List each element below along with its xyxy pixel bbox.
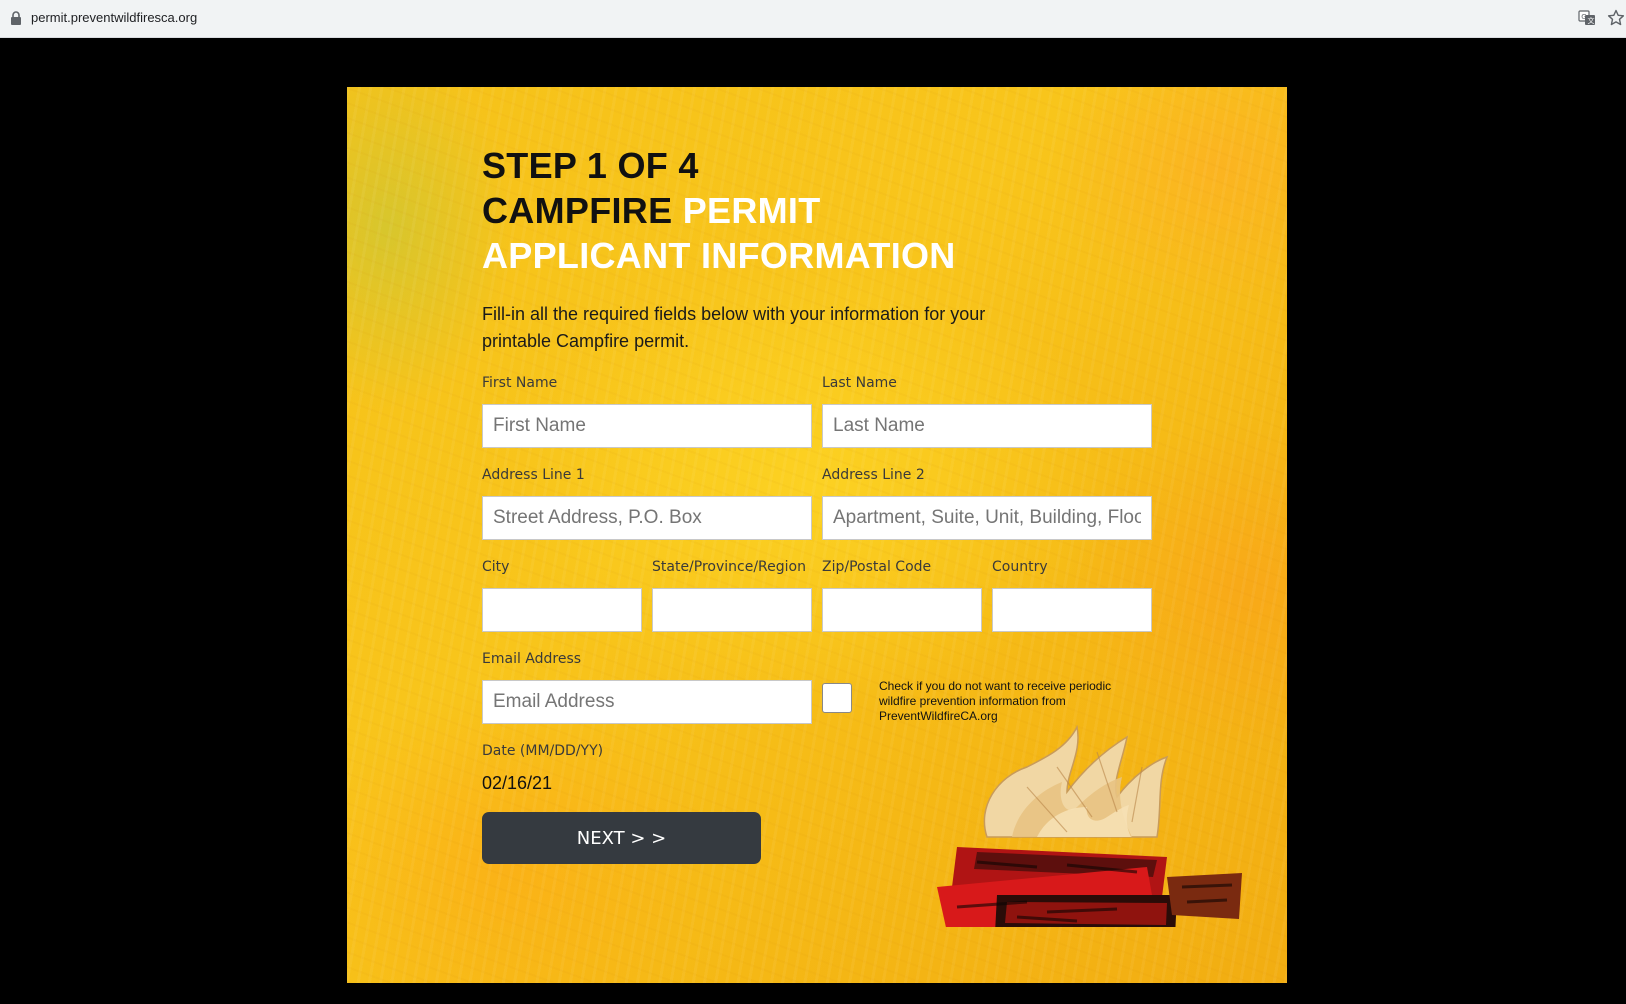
log-shape xyxy=(1005,902,1167,925)
next-button[interactable]: NEXT > > xyxy=(482,812,761,864)
section-subtitle: APPLICANT INFORMATION xyxy=(482,235,956,276)
log-shape xyxy=(1167,873,1242,919)
permit-title: CAMPFIRE PERMIT xyxy=(482,188,956,233)
browser-address-bar: permit.preventwildfiresca.org G 文 xyxy=(0,0,1626,38)
address-line-2-label: Address Line 2 xyxy=(822,467,925,483)
campfire-illustration xyxy=(937,724,1242,927)
first-name-input[interactable] xyxy=(482,404,812,448)
city-input[interactable] xyxy=(482,588,642,632)
last-name-label: Last Name xyxy=(822,375,897,391)
state-label: State/Province/Region xyxy=(652,559,806,575)
optout-checkbox[interactable] xyxy=(822,683,852,713)
country-label: Country xyxy=(992,559,1048,575)
zip-input[interactable] xyxy=(822,588,982,632)
country-input[interactable] xyxy=(992,588,1152,632)
translate-icon[interactable]: G 文 xyxy=(1578,9,1596,27)
address-line-1-input[interactable] xyxy=(482,496,812,540)
lock-icon xyxy=(11,11,21,25)
date-label: Date (MM/DD/YY) xyxy=(482,743,604,759)
address-line-1-label: Address Line 1 xyxy=(482,467,585,483)
state-input[interactable] xyxy=(652,588,812,632)
address-line-2-input[interactable] xyxy=(822,496,1152,540)
first-name-label: First Name xyxy=(482,375,558,391)
intro-text: Fill-in all the required fields below wi… xyxy=(482,304,986,351)
email-label: Email Address xyxy=(482,651,582,667)
svg-text:文: 文 xyxy=(1588,16,1595,25)
permit-title-light: PERMIT xyxy=(682,190,821,231)
page-title: STEP 1 OF 4 CAMPFIRE PERMIT APPLICANT IN… xyxy=(482,143,956,278)
url-text[interactable]: permit.preventwildfiresca.org xyxy=(31,10,197,25)
permit-title-dark: CAMPFIRE xyxy=(482,190,673,231)
email-input[interactable] xyxy=(482,680,812,724)
city-label: City xyxy=(482,559,510,575)
permit-form-panel: STEP 1 OF 4 CAMPFIRE PERMIT APPLICANT IN… xyxy=(347,87,1287,983)
zip-label: Zip/Postal Code xyxy=(822,559,932,575)
last-name-input[interactable] xyxy=(822,404,1152,448)
svg-text:G: G xyxy=(1581,13,1586,21)
star-icon[interactable] xyxy=(1607,9,1625,27)
date-value: 02/16/21 xyxy=(482,773,553,793)
step-indicator: STEP 1 OF 4 xyxy=(482,145,699,186)
